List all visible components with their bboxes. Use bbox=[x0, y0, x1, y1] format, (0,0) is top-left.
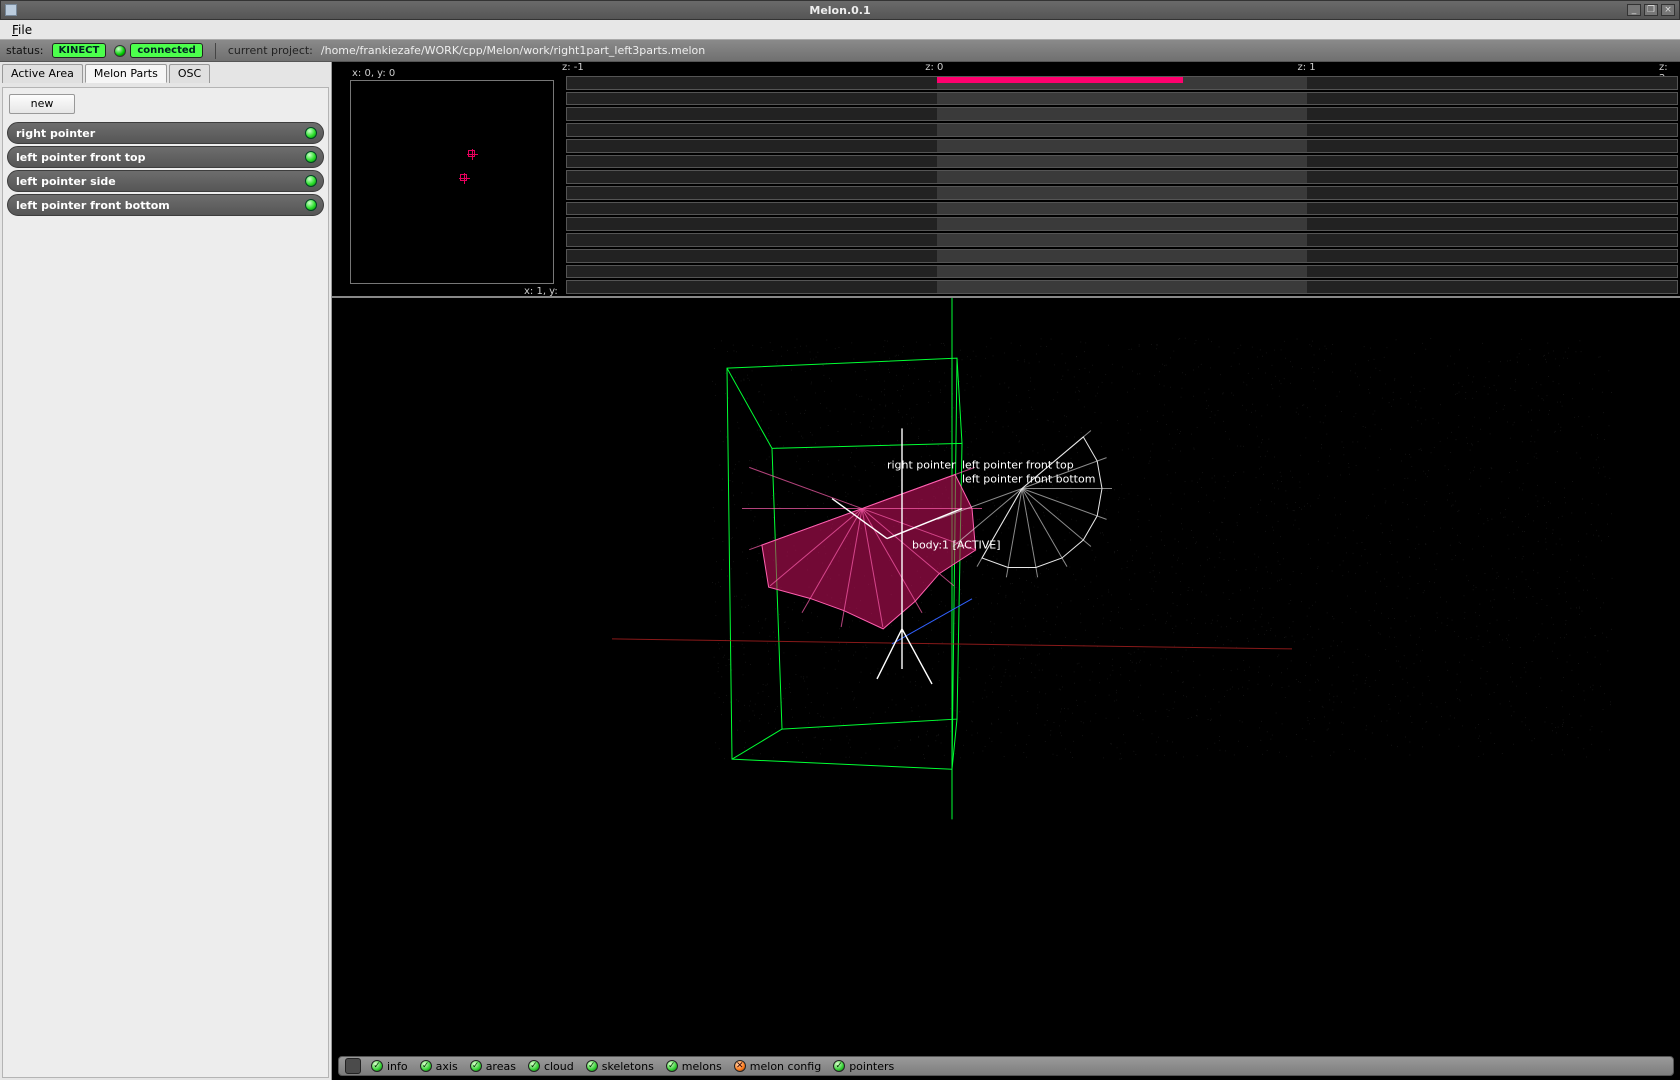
toggle-info[interactable]: ✓ info bbox=[371, 1060, 408, 1073]
project-label: current project: bbox=[228, 44, 313, 57]
svg-text:body:1 [ACTIVE]: body:1 [ACTIVE] bbox=[912, 539, 1001, 552]
window-title: Melon.0.1 bbox=[809, 4, 870, 17]
tab-active-area[interactable]: Active Area bbox=[2, 64, 83, 83]
check-on-icon: ✓ bbox=[371, 1060, 383, 1072]
toggle-label: axis bbox=[436, 1060, 458, 1073]
sidebar: Active AreaMelon PartsOSC new right poin… bbox=[0, 62, 332, 1080]
z-row-bar bbox=[937, 77, 1183, 83]
tab-melon-parts[interactable]: Melon Parts bbox=[85, 64, 167, 83]
part-enabled-icon[interactable] bbox=[305, 127, 317, 139]
z-row[interactable] bbox=[566, 233, 1678, 247]
check-on-icon: ✓ bbox=[528, 1060, 540, 1072]
toggle-label: melon config bbox=[750, 1060, 821, 1073]
connection-led-icon bbox=[114, 45, 126, 57]
toggle-axis[interactable]: ✓ axis bbox=[420, 1060, 458, 1073]
z-row[interactable] bbox=[566, 92, 1678, 106]
part-row[interactable]: right pointer bbox=[7, 122, 324, 144]
z-row[interactable] bbox=[566, 265, 1678, 279]
toggle-label: pointers bbox=[849, 1060, 894, 1073]
z-row[interactable] bbox=[566, 186, 1678, 200]
status-bar: status: KINECT connected current project… bbox=[0, 40, 1680, 62]
svg-text:left pointer front bottom: left pointer front bottom bbox=[962, 472, 1095, 485]
project-path: /home/frankiezafe/WORK/cpp/Melon/work/ri… bbox=[321, 44, 705, 57]
toggle-melons[interactable]: ✓ melons bbox=[666, 1060, 722, 1073]
z-row[interactable] bbox=[566, 155, 1678, 169]
window-close-button[interactable]: × bbox=[1661, 4, 1675, 16]
check-on-icon: ✓ bbox=[586, 1060, 598, 1072]
part-row[interactable]: left pointer front bottom bbox=[7, 194, 324, 216]
viewport-toolbar: ✓ info ✓ axis ✓ areas ✓ cloud ✓ skeletons ✓ melons ✕… bbox=[338, 1056, 1674, 1076]
toggle-label: melons bbox=[682, 1060, 722, 1073]
mini-view-marker-icon bbox=[468, 150, 475, 157]
part-label: left pointer front bottom bbox=[16, 199, 170, 212]
home-button[interactable] bbox=[345, 1058, 361, 1074]
toggle-pointers[interactable]: ✓ pointers bbox=[833, 1060, 894, 1073]
toggle-label: cloud bbox=[544, 1060, 574, 1073]
z-row[interactable] bbox=[566, 280, 1678, 294]
sidebar-panel: new right pointer left pointer front top l… bbox=[2, 87, 329, 1078]
window-titlebar: Melon.0.1 _ ❐ × bbox=[0, 0, 1680, 20]
part-enabled-icon[interactable] bbox=[305, 175, 317, 187]
viewport: x: 0, y: 0 x: 1, y: 1 z: -1z: 0z: 1z: 2 … bbox=[332, 62, 1680, 1080]
mini-view-label-tl: x: 0, y: 0 bbox=[352, 68, 395, 79]
menu-file[interactable]: File bbox=[6, 21, 38, 39]
svg-text:right pointer: right pointer bbox=[887, 458, 956, 471]
mini-view-frame bbox=[350, 80, 554, 284]
toggle-areas[interactable]: ✓ areas bbox=[470, 1060, 516, 1073]
toggle-skeletons[interactable]: ✓ skeletons bbox=[586, 1060, 654, 1073]
z-row[interactable] bbox=[566, 123, 1678, 137]
part-row[interactable]: left pointer side bbox=[7, 170, 324, 192]
z-row[interactable] bbox=[566, 202, 1678, 216]
z-axis-label: z: 0 bbox=[925, 62, 943, 73]
check-on-icon: ✓ bbox=[420, 1060, 432, 1072]
toggle-label: info bbox=[387, 1060, 408, 1073]
sidebar-tabs: Active AreaMelon PartsOSC bbox=[2, 64, 329, 83]
z-axis-label: z: 1 bbox=[1297, 62, 1315, 73]
part-enabled-icon[interactable] bbox=[305, 199, 317, 211]
part-enabled-icon[interactable] bbox=[305, 151, 317, 163]
part-label: left pointer front top bbox=[16, 151, 146, 164]
new-button[interactable]: new bbox=[9, 94, 75, 114]
window-maximize-button[interactable]: ❐ bbox=[1644, 4, 1658, 16]
z-axis-label: z: -1 bbox=[562, 62, 584, 73]
part-row[interactable]: left pointer front top bbox=[7, 146, 324, 168]
menubar: File bbox=[0, 20, 1680, 40]
kinect-status-pill: KINECT bbox=[52, 43, 107, 58]
z-row[interactable] bbox=[566, 139, 1678, 153]
3d-viewport[interactable]: right pointer left pointer front topleft … bbox=[332, 298, 1680, 1080]
z-timeline[interactable]: z: -1z: 0z: 1z: 2 bbox=[562, 62, 1680, 296]
app-icon bbox=[5, 4, 17, 16]
status-label: status: bbox=[6, 44, 44, 57]
connection-status-pill: connected bbox=[130, 43, 202, 58]
z-row[interactable] bbox=[566, 170, 1678, 184]
window-minimize-button[interactable]: _ bbox=[1627, 4, 1641, 16]
z-row[interactable] bbox=[566, 249, 1678, 263]
check-on-icon: ✓ bbox=[833, 1060, 845, 1072]
tab-osc[interactable]: OSC bbox=[169, 64, 210, 83]
toggle-label: areas bbox=[486, 1060, 516, 1073]
z-row[interactable] bbox=[566, 217, 1678, 231]
part-label: right pointer bbox=[16, 127, 95, 140]
z-row[interactable] bbox=[566, 76, 1678, 90]
xy-mini-view[interactable]: x: 0, y: 0 x: 1, y: 1 bbox=[332, 62, 562, 296]
svg-text:left pointer front top: left pointer front top bbox=[962, 458, 1074, 471]
check-off-icon: ✕ bbox=[734, 1060, 746, 1072]
separator bbox=[215, 43, 216, 59]
check-on-icon: ✓ bbox=[470, 1060, 482, 1072]
toggle-label: skeletons bbox=[602, 1060, 654, 1073]
toggle-cloud[interactable]: ✓ cloud bbox=[528, 1060, 574, 1073]
z-row[interactable] bbox=[566, 107, 1678, 121]
part-label: left pointer side bbox=[16, 175, 116, 188]
check-on-icon: ✓ bbox=[666, 1060, 678, 1072]
toggle-melon-config[interactable]: ✕ melon config bbox=[734, 1060, 821, 1073]
mini-view-marker-icon bbox=[460, 174, 467, 181]
